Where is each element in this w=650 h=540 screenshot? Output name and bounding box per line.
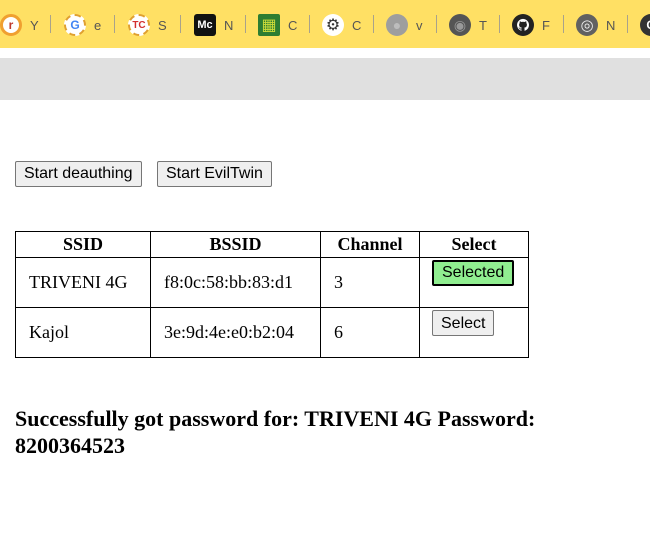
cell-select: Select	[419, 307, 529, 358]
start-eviltwin-button[interactable]: Start EvilTwin	[157, 161, 272, 187]
cell-bssid: f8:0c:58:bb:83:d1	[150, 257, 321, 308]
address-bar-area	[0, 58, 650, 100]
bookmark-4-label: N	[224, 17, 234, 33]
bookmark-3[interactable]: TC S	[128, 13, 167, 37]
bookmark-10-label: N	[606, 17, 616, 33]
bookmark-2[interactable]: G e	[64, 13, 101, 37]
cell-channel: 6	[320, 307, 420, 358]
bookmark-3-label: S	[158, 17, 167, 33]
bookmark-7-label: v	[416, 17, 423, 33]
bookmark-5[interactable]: ▦ C	[258, 13, 297, 37]
table-row: TRIVENI 4G f8:0c:58:bb:83:d1 3 Selected	[15, 257, 529, 308]
bookmark-1[interactable]: r Y	[0, 13, 39, 37]
bookmark-8[interactable]: ◉ T	[449, 13, 487, 37]
tc-icon: TC	[128, 14, 150, 36]
bookmark-6[interactable]: ⚙ C	[322, 13, 361, 37]
selected-button[interactable]: Selected	[432, 260, 515, 286]
github-icon	[512, 14, 534, 36]
bookmark-5-label: C	[288, 17, 298, 33]
header-channel: Channel	[320, 231, 420, 258]
bookmark-2-label: e	[94, 17, 102, 33]
bookmark-11[interactable]: G	[640, 13, 650, 37]
cell-select: Selected	[419, 257, 529, 308]
bookmark-r-icon: r	[0, 14, 22, 36]
start-deauth-button[interactable]: Start deauthing	[15, 161, 142, 187]
cell-channel: 3	[320, 257, 420, 308]
password-result-message: Successfully got password for: TRIVENI 4…	[15, 406, 536, 458]
bookmark-10[interactable]: ◎ N	[576, 13, 615, 37]
bookmark-8-label: T	[479, 17, 487, 33]
bookmark-bar: r Y G e TC S Mc N ▦ C ⚙ C ● v ◉ T F ◎ N	[0, 0, 650, 48]
table-header-row: SSID BSSID Channel Select	[15, 231, 529, 258]
chrome-icon: ◎	[576, 14, 598, 36]
header-select: Select	[419, 231, 529, 258]
qr-icon: ▦	[258, 14, 280, 36]
google-icon: G	[64, 14, 86, 36]
cell-ssid: Kajol	[15, 307, 151, 358]
select-button[interactable]: Select	[432, 310, 495, 336]
header-ssid: SSID	[15, 231, 151, 258]
networks-table: SSID BSSID Channel Select TRIVENI 4G f8:…	[15, 231, 529, 358]
globe-dark-icon: ◉	[449, 14, 471, 36]
bookmark-9[interactable]: F	[512, 13, 550, 37]
bookmark-1-label: Y	[30, 17, 39, 33]
bookmark-edge-icon: G	[640, 14, 650, 36]
table-row: Kajol 3e:9d:4e:e0:b2:04 6 Select	[15, 307, 529, 358]
openai-icon: ⚙	[322, 14, 344, 36]
cell-ssid: TRIVENI 4G	[15, 257, 151, 308]
globe-icon: ●	[386, 14, 408, 36]
bookmark-4[interactable]: Mc N	[194, 13, 233, 37]
cell-bssid: 3e:9d:4e:e0:b2:04	[150, 307, 321, 358]
mc-icon: Mc	[194, 14, 216, 36]
bookmark-6-label: C	[352, 17, 362, 33]
bookmark-7[interactable]: ● v	[386, 13, 423, 37]
bookmark-9-label: F	[542, 17, 550, 33]
header-bssid: BSSID	[150, 231, 321, 258]
